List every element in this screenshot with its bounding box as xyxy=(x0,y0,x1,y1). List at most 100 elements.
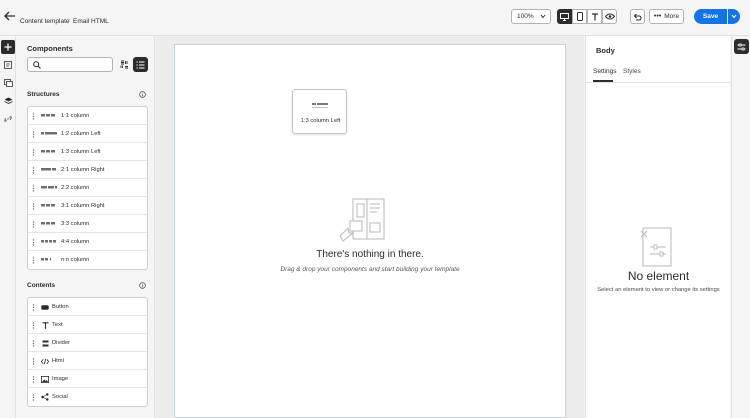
content-item[interactable]: Button xyxy=(28,298,147,316)
column-structure-icon xyxy=(41,168,56,171)
structure-item[interactable]: 1:2 column Left xyxy=(28,125,147,143)
column-structure-icon xyxy=(41,132,57,135)
drag-handle-icon[interactable] xyxy=(32,322,35,329)
dragged-component-card[interactable]: 1:3 column Left xyxy=(292,89,347,134)
structures-list: 1:1 column 1:2 column Left 1:3 column Left… xyxy=(27,106,148,270)
undo-icon xyxy=(633,13,642,20)
tab-settings[interactable]: Settings xyxy=(593,68,617,75)
properties-title: Body xyxy=(596,46,615,55)
desktop-icon xyxy=(560,12,569,21)
plus-icon xyxy=(4,43,12,51)
content-item[interactable]: Divider xyxy=(28,334,147,352)
layers-button[interactable] xyxy=(1,94,15,108)
text-view-button[interactable] xyxy=(587,9,602,24)
assets-icon xyxy=(3,79,13,87)
image-icon xyxy=(41,375,49,383)
breadcrumb-email-html: Email HTML xyxy=(73,18,109,25)
properties-toggle-button[interactable] xyxy=(734,39,749,54)
structure-item[interactable]: 3:3 column xyxy=(28,215,147,233)
drag-handle-icon[interactable] xyxy=(32,394,35,401)
content-label: Divider xyxy=(52,340,71,346)
search-input[interactable] xyxy=(27,57,113,72)
drag-handle-icon[interactable] xyxy=(32,358,35,365)
zoom-select[interactable]: 100% xyxy=(511,9,551,24)
drag-handle-icon[interactable] xyxy=(32,203,35,210)
share-icon xyxy=(41,393,49,401)
sliders-icon xyxy=(737,43,746,50)
dragged-component-label: 1:3 column Left xyxy=(300,118,341,124)
info-icon[interactable] xyxy=(139,91,146,98)
button-icon xyxy=(41,303,49,311)
drag-handle-icon[interactable] xyxy=(32,257,35,264)
tab-styles[interactable]: Styles xyxy=(623,68,641,75)
back-arrow-icon[interactable] xyxy=(3,9,17,23)
structure-label: 2:1 column Right xyxy=(61,167,105,173)
structure-item[interactable]: 2:2 column xyxy=(28,179,147,197)
content-label: Html xyxy=(52,358,64,364)
structure-item[interactable]: 1:1 column xyxy=(28,107,147,125)
assets-button[interactable] xyxy=(1,76,15,90)
drag-handle-icon[interactable] xyxy=(32,185,35,192)
info-icon[interactable] xyxy=(139,282,146,289)
structure-label: 3:3 column xyxy=(61,221,90,227)
preview-button[interactable] xyxy=(602,9,617,24)
column-structure-icon xyxy=(41,258,51,261)
drag-handle-icon[interactable] xyxy=(32,131,35,138)
structure-label: 1:3 column Left xyxy=(61,149,101,155)
desktop-view-button[interactable] xyxy=(557,9,572,24)
drag-handle-icon[interactable] xyxy=(32,149,35,156)
content-item[interactable]: Image xyxy=(28,370,147,388)
no-element-title: No element xyxy=(627,269,690,283)
drag-handle-icon[interactable] xyxy=(32,239,35,246)
save-button[interactable]: Save xyxy=(694,9,727,24)
fragments-button[interactable] xyxy=(1,58,15,72)
contents-list: Button Text Divider Html Image Social xyxy=(27,297,148,407)
structure-label: 1:1 column xyxy=(61,113,90,119)
structure-label: 2:2 column xyxy=(61,185,90,191)
breadcrumb-content-template[interactable]: Content template xyxy=(20,18,70,25)
structure-item[interactable]: n:n column xyxy=(28,251,147,269)
content-label: Button xyxy=(52,304,69,310)
eye-icon xyxy=(604,13,615,20)
add-components-button[interactable] xyxy=(1,40,15,54)
content-label: Image xyxy=(52,376,69,382)
divider-icon xyxy=(41,339,49,347)
empty-template-illustration xyxy=(339,198,385,242)
structure-label: 3:1 column Right xyxy=(61,203,105,209)
column-structure-icon xyxy=(312,103,328,108)
drag-handle-icon[interactable] xyxy=(32,167,35,174)
drag-handle-icon[interactable] xyxy=(32,221,35,228)
drag-handle-icon[interactable] xyxy=(32,304,35,311)
structure-item[interactable]: 2:1 column Right xyxy=(28,161,147,179)
zoom-value: 100% xyxy=(517,13,534,20)
fragments-icon xyxy=(4,61,12,69)
save-options-button[interactable] xyxy=(728,9,740,24)
link-icon xyxy=(4,116,12,122)
undo-button[interactable] xyxy=(630,9,645,24)
column-structure-icon xyxy=(41,186,57,189)
code-icon xyxy=(41,357,49,365)
structure-label: 4:4 column xyxy=(61,239,90,245)
components-panel: Components Structures 1:1 column 1:2 colu… xyxy=(17,36,155,418)
content-item[interactable]: Text xyxy=(28,316,147,334)
content-item[interactable]: Html xyxy=(28,352,147,370)
grid-view-button[interactable] xyxy=(118,58,131,71)
drag-handle-icon[interactable] xyxy=(32,113,35,120)
right-rail xyxy=(731,36,750,418)
drag-handle-icon[interactable] xyxy=(32,376,35,383)
more-button[interactable]: ••• More xyxy=(649,9,684,24)
column-structure-icon xyxy=(41,114,55,117)
mobile-view-button[interactable] xyxy=(572,9,587,24)
structure-label: n:n column xyxy=(61,257,90,263)
structure-item[interactable]: 3:1 column Right xyxy=(28,197,147,215)
content-label: Text xyxy=(52,322,63,328)
drag-handle-icon[interactable] xyxy=(32,340,35,347)
links-button[interactable] xyxy=(1,112,15,126)
more-label: More xyxy=(664,13,680,20)
structure-item[interactable]: 1:3 column Left xyxy=(28,143,147,161)
structure-item[interactable]: 4:4 column xyxy=(28,233,147,251)
list-view-button[interactable] xyxy=(133,57,148,72)
content-item[interactable]: Social xyxy=(28,388,147,406)
empty-state-title: There's nothing in there. xyxy=(316,249,424,260)
chevron-down-icon xyxy=(540,14,546,19)
